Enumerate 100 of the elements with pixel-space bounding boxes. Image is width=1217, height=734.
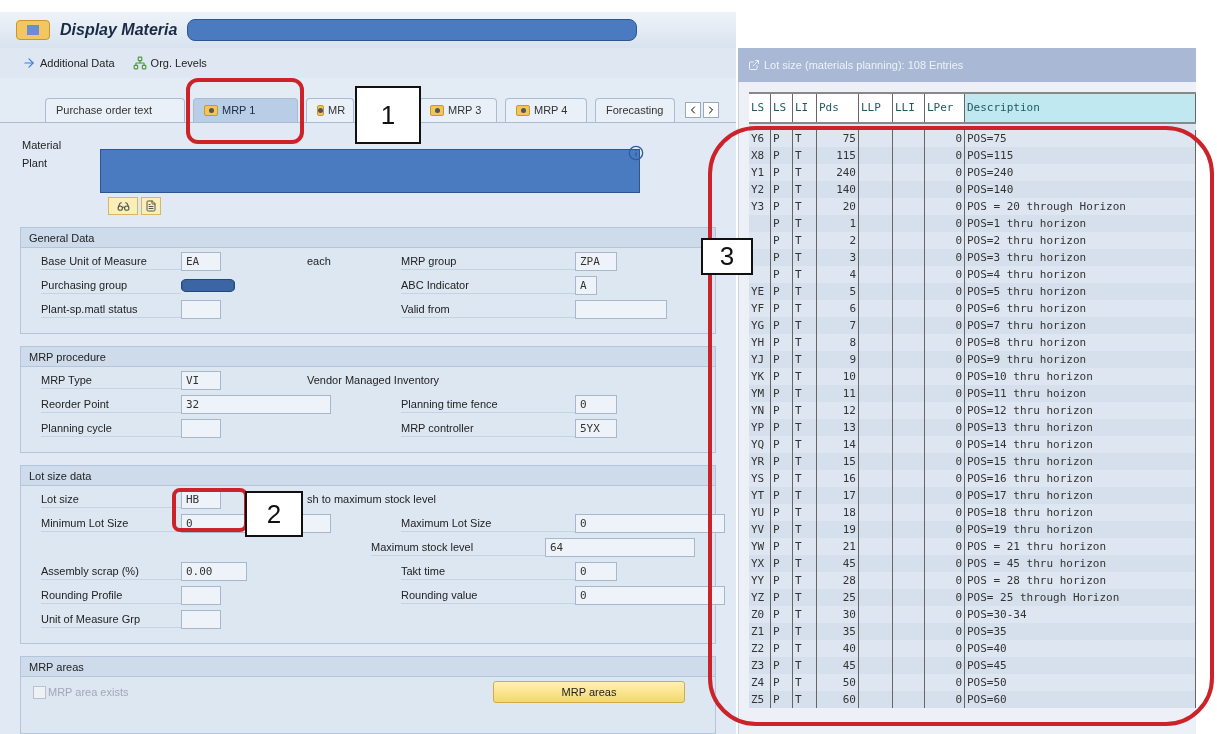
table-cell-text: Y1 [751,165,765,181]
table-cell-text: 25 [842,590,856,606]
column-header[interactable]: LS [771,94,793,122]
table-row[interactable]: YV P T 19 0 POS=19 thru horizon [749,521,1196,538]
input-field[interactable]: 0 [575,395,617,414]
toolbar-button[interactable]: Org. Levels [132,54,207,72]
table-cell-text: T [795,505,802,521]
table-cell-text: 240 [836,165,856,181]
table-cell-text: 3 [849,250,856,266]
table-row[interactable]: YR P T 15 0 POS=15 thru horizon [749,453,1196,470]
input-field[interactable]: 64 [545,538,695,557]
table-cell-text: T [795,148,802,164]
table-row[interactable]: Y1 P T 240 0 POS=240 [749,164,1196,181]
table-cell-text: 0 [955,165,962,181]
tab[interactable]: Purchase order text [45,98,185,122]
table-row[interactable]: YT P T 17 0 POS=17 thru horizon [749,487,1196,504]
table-row[interactable]: Z2 P T 40 0 POS=40 [749,640,1196,657]
toolbar-button[interactable]: Additional Data [22,54,115,72]
table-row[interactable]: X8 P T 115 0 POS=115 [749,147,1196,164]
mrp-areas-button[interactable]: MRP areas [493,681,685,703]
table-cell-text: POS=7 thru horizon [967,318,1087,334]
table-cell-text: 0 [955,488,962,504]
input-field[interactable]: ZPA [575,252,617,271]
table-row[interactable]: YP P T 13 0 POS=13 thru horizon [749,419,1196,436]
table-row[interactable]: Z3 P T 45 0 POS=45 [749,657,1196,674]
folder-icon [516,105,530,116]
table-row[interactable]: Y2 P T 140 0 POS=140 [749,181,1196,198]
input-field[interactable]: 0 [575,586,725,605]
table-cell-text: T [795,250,802,266]
table-cell-text: 0 [955,369,962,385]
column-header[interactable]: LLI [893,94,925,122]
input-field[interactable]: 0 [575,562,617,581]
table-row[interactable]: Z5 P T 60 0 POS=60 [749,691,1196,708]
table-row[interactable]: Y6 P T 75 0 POS=75 [749,130,1196,147]
scroll-right-button[interactable] [703,102,719,118]
table-cell-text: YK [751,369,765,385]
column-header[interactable]: LI [793,94,817,122]
table-row[interactable]: YE P T 5 0 POS=5 thru horizon [749,283,1196,300]
table-row[interactable]: Z4 P T 50 0 POS=50 [749,674,1196,691]
column-header[interactable]: LS [749,94,771,122]
column-header[interactable]: Pds [817,94,859,122]
table-row[interactable]: YY P T 28 0 POS = 28 thru horizon [749,572,1196,589]
table-cell-text: 50 [842,675,856,691]
table-cell-text: 0 [955,148,962,164]
scroll-left-button[interactable] [685,102,701,118]
table-cell-text: 0 [955,233,962,249]
table-row[interactable]: Z0 P T 30 0 POS=30-34 [749,606,1196,623]
table-cell-text: 0 [955,386,962,402]
table-row[interactable]: YQ P T 14 0 POS=14 thru horizon [749,436,1196,453]
table-row[interactable]: YK P T 10 0 POS=10 thru horizon [749,368,1196,385]
input-field[interactable] [181,300,221,319]
table-row[interactable]: YU P T 18 0 POS=18 thru horizon [749,504,1196,521]
column-header[interactable]: Description [965,94,1196,122]
table-row[interactable]: YG P T 7 0 POS=7 thru horizon [749,317,1196,334]
table-row[interactable]: YX P T 45 0 POS = 45 thru horizon [749,555,1196,572]
display-button[interactable] [108,197,138,215]
table-cell-text: P [773,522,780,538]
table-cell-text: 40 [842,641,856,657]
input-field[interactable] [181,419,221,438]
tab[interactable]: Forecasting [595,98,675,122]
tab[interactable]: MRP 4 [505,98,587,122]
input-field[interactable]: A [575,276,597,295]
table-cell-text: POS=5 thru horizon [967,284,1087,300]
table-row[interactable]: YH P T 8 0 POS=8 thru horizon [749,334,1196,351]
input-field[interactable]: 32 [181,395,331,414]
input-field[interactable]: 0 [575,514,725,533]
table-row[interactable]: P T 1 0 POS=1 thru horizon [749,215,1196,232]
table-row[interactable]: YM P T 11 0 POS=11 thru hoizon [749,385,1196,402]
table-cell-text: POS=16 thru horizon [967,471,1093,487]
table-cell-text: P [773,165,780,181]
table-row[interactable]: Y3 P T 20 0 POS = 20 through Horizon [749,198,1196,215]
field-label: Minimum Lot Size [41,514,181,533]
table-cell-text: P [773,250,780,266]
input-field[interactable] [181,610,221,629]
table-cell-text: 21 [842,539,856,555]
tab[interactable]: MRP 3 [419,98,497,122]
input-field[interactable]: VI [181,371,221,390]
input-field[interactable]: EA [181,252,221,271]
table-row[interactable]: YS P T 16 0 POS=16 thru horizon [749,470,1196,487]
input-field[interactable] [181,586,221,605]
document-button[interactable] [141,197,161,215]
input-field[interactable]: 0.00 [181,562,247,581]
table-row[interactable]: YJ P T 9 0 POS=9 thru horizon [749,351,1196,368]
table-cell-text: POS=2 thru horizon [967,233,1087,249]
arrow-icon [22,56,36,70]
tab[interactable]: MRP 1 [193,98,298,122]
field-description: sh to maximum stock level [307,492,436,508]
table-row[interactable]: YZ P T 25 0 POS= 25 through Horizon [749,589,1196,606]
table-cell-text: 140 [836,182,856,198]
column-header[interactable]: LLP [859,94,893,122]
input-field[interactable]: 5YX [575,419,617,438]
table-cell-text: POS = 28 thru horizon [967,573,1107,589]
table-row[interactable]: YW P T 21 0 POS = 21 thru horizon [749,538,1196,555]
input-field[interactable] [575,300,667,319]
table-row[interactable]: YN P T 12 0 POS=12 thru horizon [749,402,1196,419]
table-row[interactable]: YF P T 6 0 POS=6 thru horizon [749,300,1196,317]
table-cell-text: 0 [955,335,962,351]
table-row[interactable]: Z1 P T 35 0 POS=35 [749,623,1196,640]
tab[interactable]: MR [306,98,354,122]
table-cell-text: YQ [751,437,765,453]
